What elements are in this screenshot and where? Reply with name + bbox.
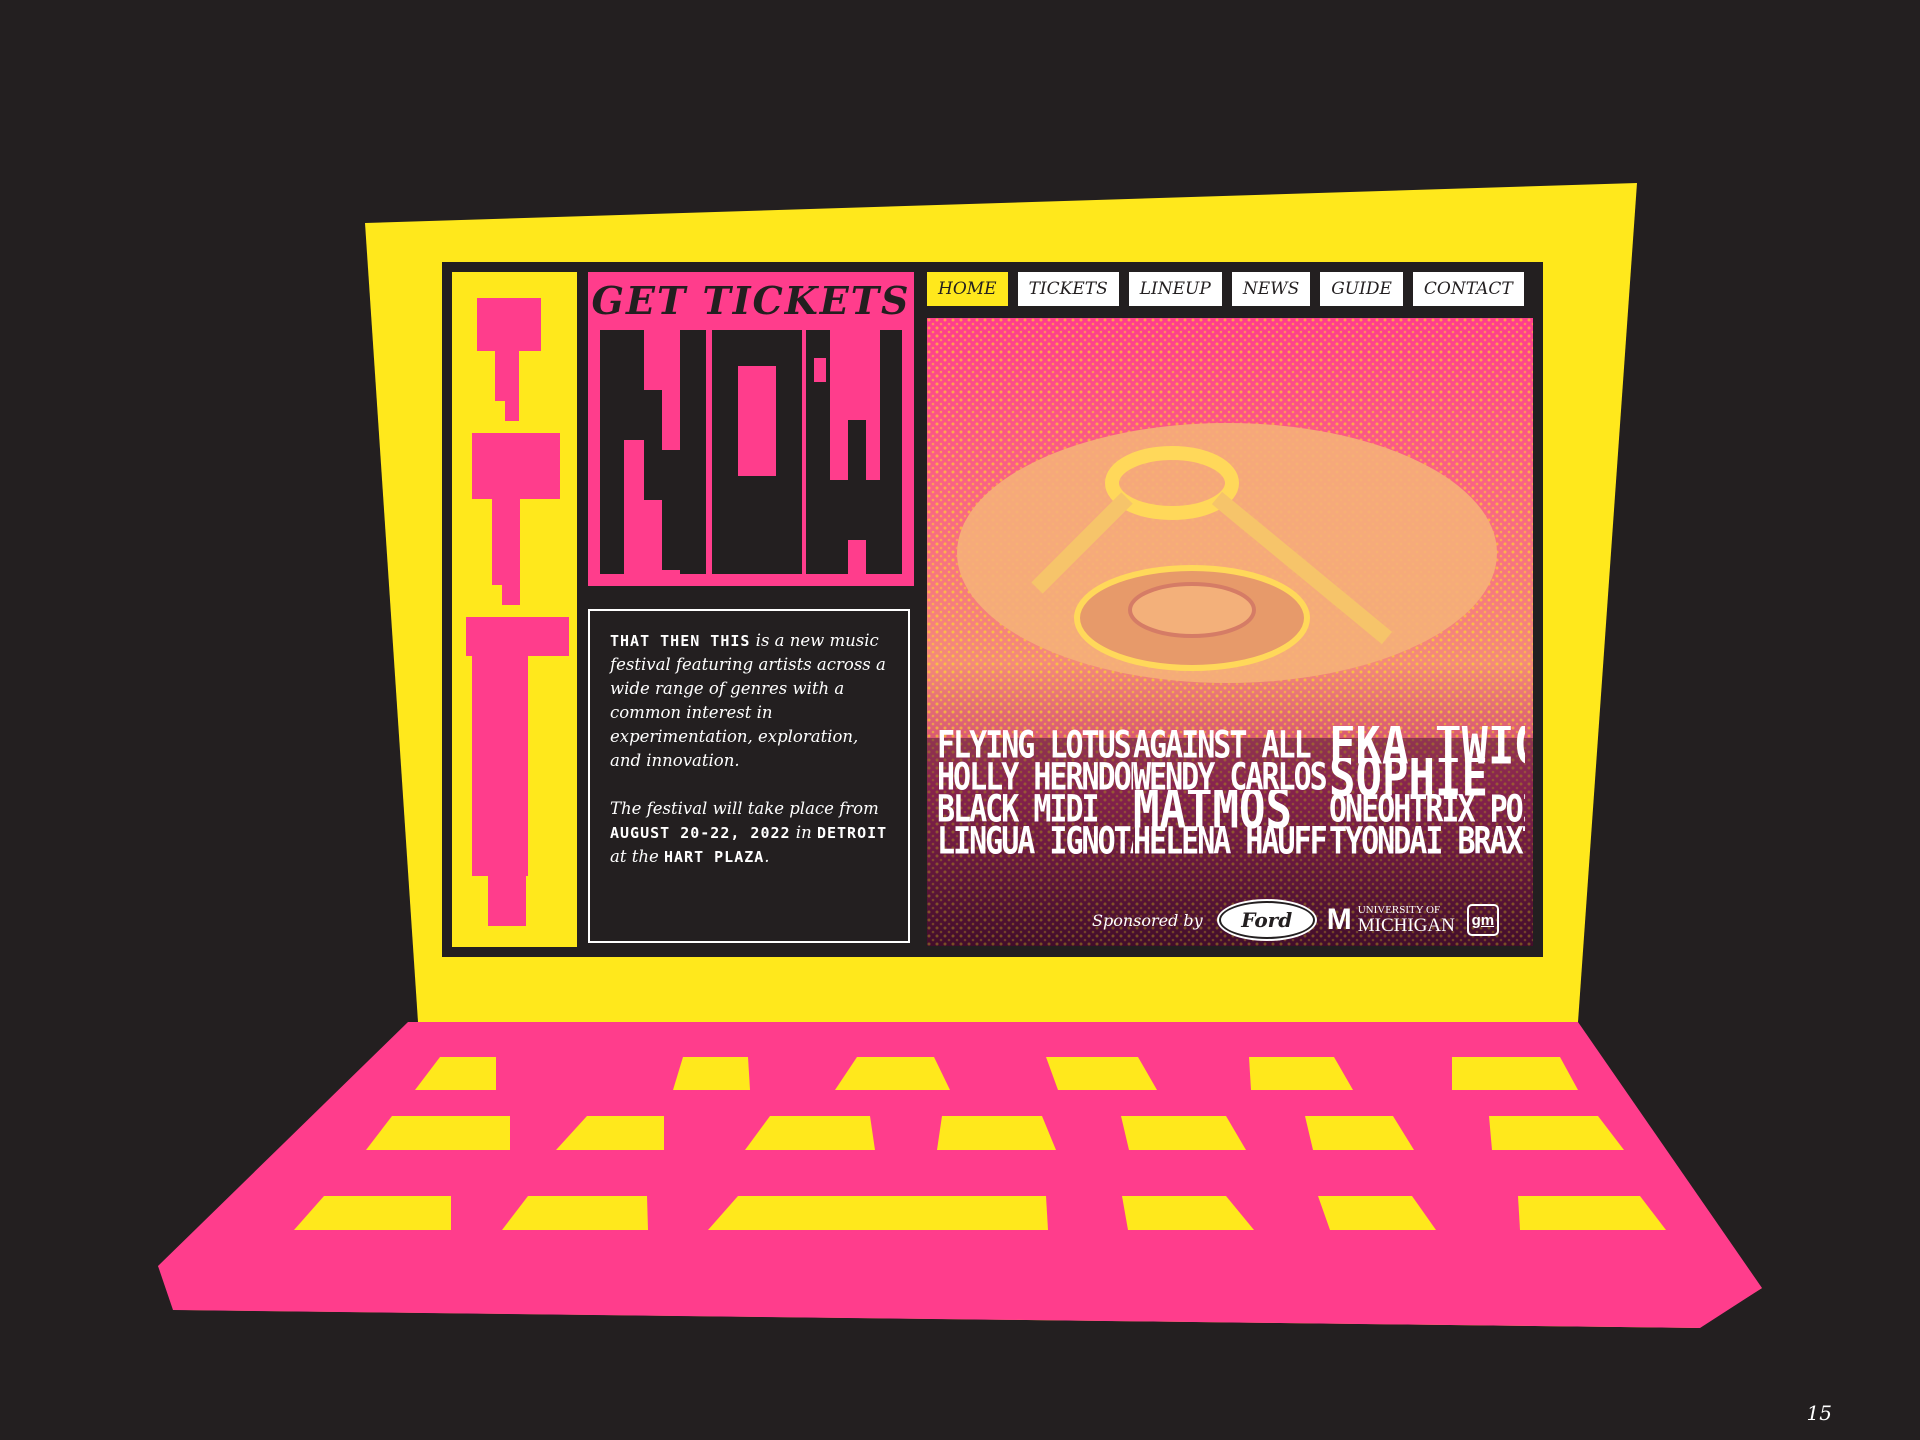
festival-logo[interactable]	[452, 272, 577, 947]
page-number: 15	[1806, 1401, 1832, 1425]
key	[673, 1057, 750, 1090]
about-paragraph-2: The festival will take place from AUGUST…	[610, 797, 888, 869]
um-wordmark: UNIVERSITY OF MICHIGAN	[1357, 905, 1455, 936]
ford-logo[interactable]: Ford	[1218, 901, 1315, 939]
key	[1452, 1057, 1578, 1090]
festival-venue: HART PLAZA	[663, 848, 765, 866]
sponsors-bar: Sponsored by Ford M UNIVERSITY OF MICHIG…	[1092, 900, 1528, 940]
ttt-logo-mark	[466, 298, 569, 926]
key	[937, 1116, 1056, 1150]
festival-city: DETROIT	[816, 824, 888, 842]
about-date-intro: The festival will take place from	[610, 799, 879, 818]
lineup-act[interactable]: LINGUA IGNOTA	[937, 822, 1133, 862]
sponsored-by-label: Sponsored by	[1092, 910, 1203, 930]
about-description: is a new music festival featuring artist…	[610, 631, 886, 770]
nav-guide[interactable]: GUIDE	[1320, 272, 1403, 306]
lineup-grid: FLYING LOTUS AGAINST ALL LOGIC FKA TWIGS…	[937, 726, 1527, 861]
key	[1046, 1057, 1157, 1090]
get-tickets-panel[interactable]: GET TICKETS	[588, 272, 914, 586]
nav-lineup[interactable]: LINEUP	[1128, 272, 1222, 306]
festival-name: THAT THEN THIS	[610, 632, 751, 650]
key	[1518, 1196, 1666, 1230]
key	[1121, 1116, 1246, 1150]
festival-dates: AUGUST 20-22, 2022	[610, 824, 791, 842]
key	[708, 1196, 1048, 1230]
about-at-the: at the	[610, 847, 664, 866]
about-festival: THAT THEN THIS is a new music festival f…	[588, 609, 910, 943]
get-tickets-heading: GET TICKETS	[591, 278, 911, 323]
hero-image: FLYING LOTUS AGAINST ALL LOGIC FKA TWIGS…	[927, 318, 1533, 946]
university-of-michigan-logo[interactable]: M UNIVERSITY OF MICHIGAN	[1326, 903, 1455, 936]
website-screen: GET TICKETS THAT THEN THIS is a new musi…	[442, 262, 1543, 957]
lineup-act[interactable]: TYONDAI BRAXTON	[1329, 822, 1525, 862]
gm-logo[interactable]: gm	[1466, 904, 1499, 936]
about-paragraph-1: THAT THEN THIS is a new music festival f…	[610, 629, 888, 773]
um-line2: MICHIGAN	[1357, 915, 1455, 936]
lineup-act[interactable]: HELENA HAUFF	[1133, 822, 1329, 862]
now-wordmark	[600, 330, 902, 574]
nav-home[interactable]: HOME	[927, 272, 1008, 306]
nav-tickets[interactable]: TICKETS	[1017, 272, 1119, 306]
nav-contact[interactable]: CONTACT	[1412, 272, 1524, 306]
nav-news[interactable]: NEWS	[1231, 272, 1311, 306]
about-period: .	[764, 847, 770, 866]
main-nav: HOME TICKETS LINEUP NEWS GUIDE CONTACT	[927, 272, 1537, 306]
block-m-icon: M	[1326, 903, 1352, 936]
about-in: in	[790, 823, 817, 842]
